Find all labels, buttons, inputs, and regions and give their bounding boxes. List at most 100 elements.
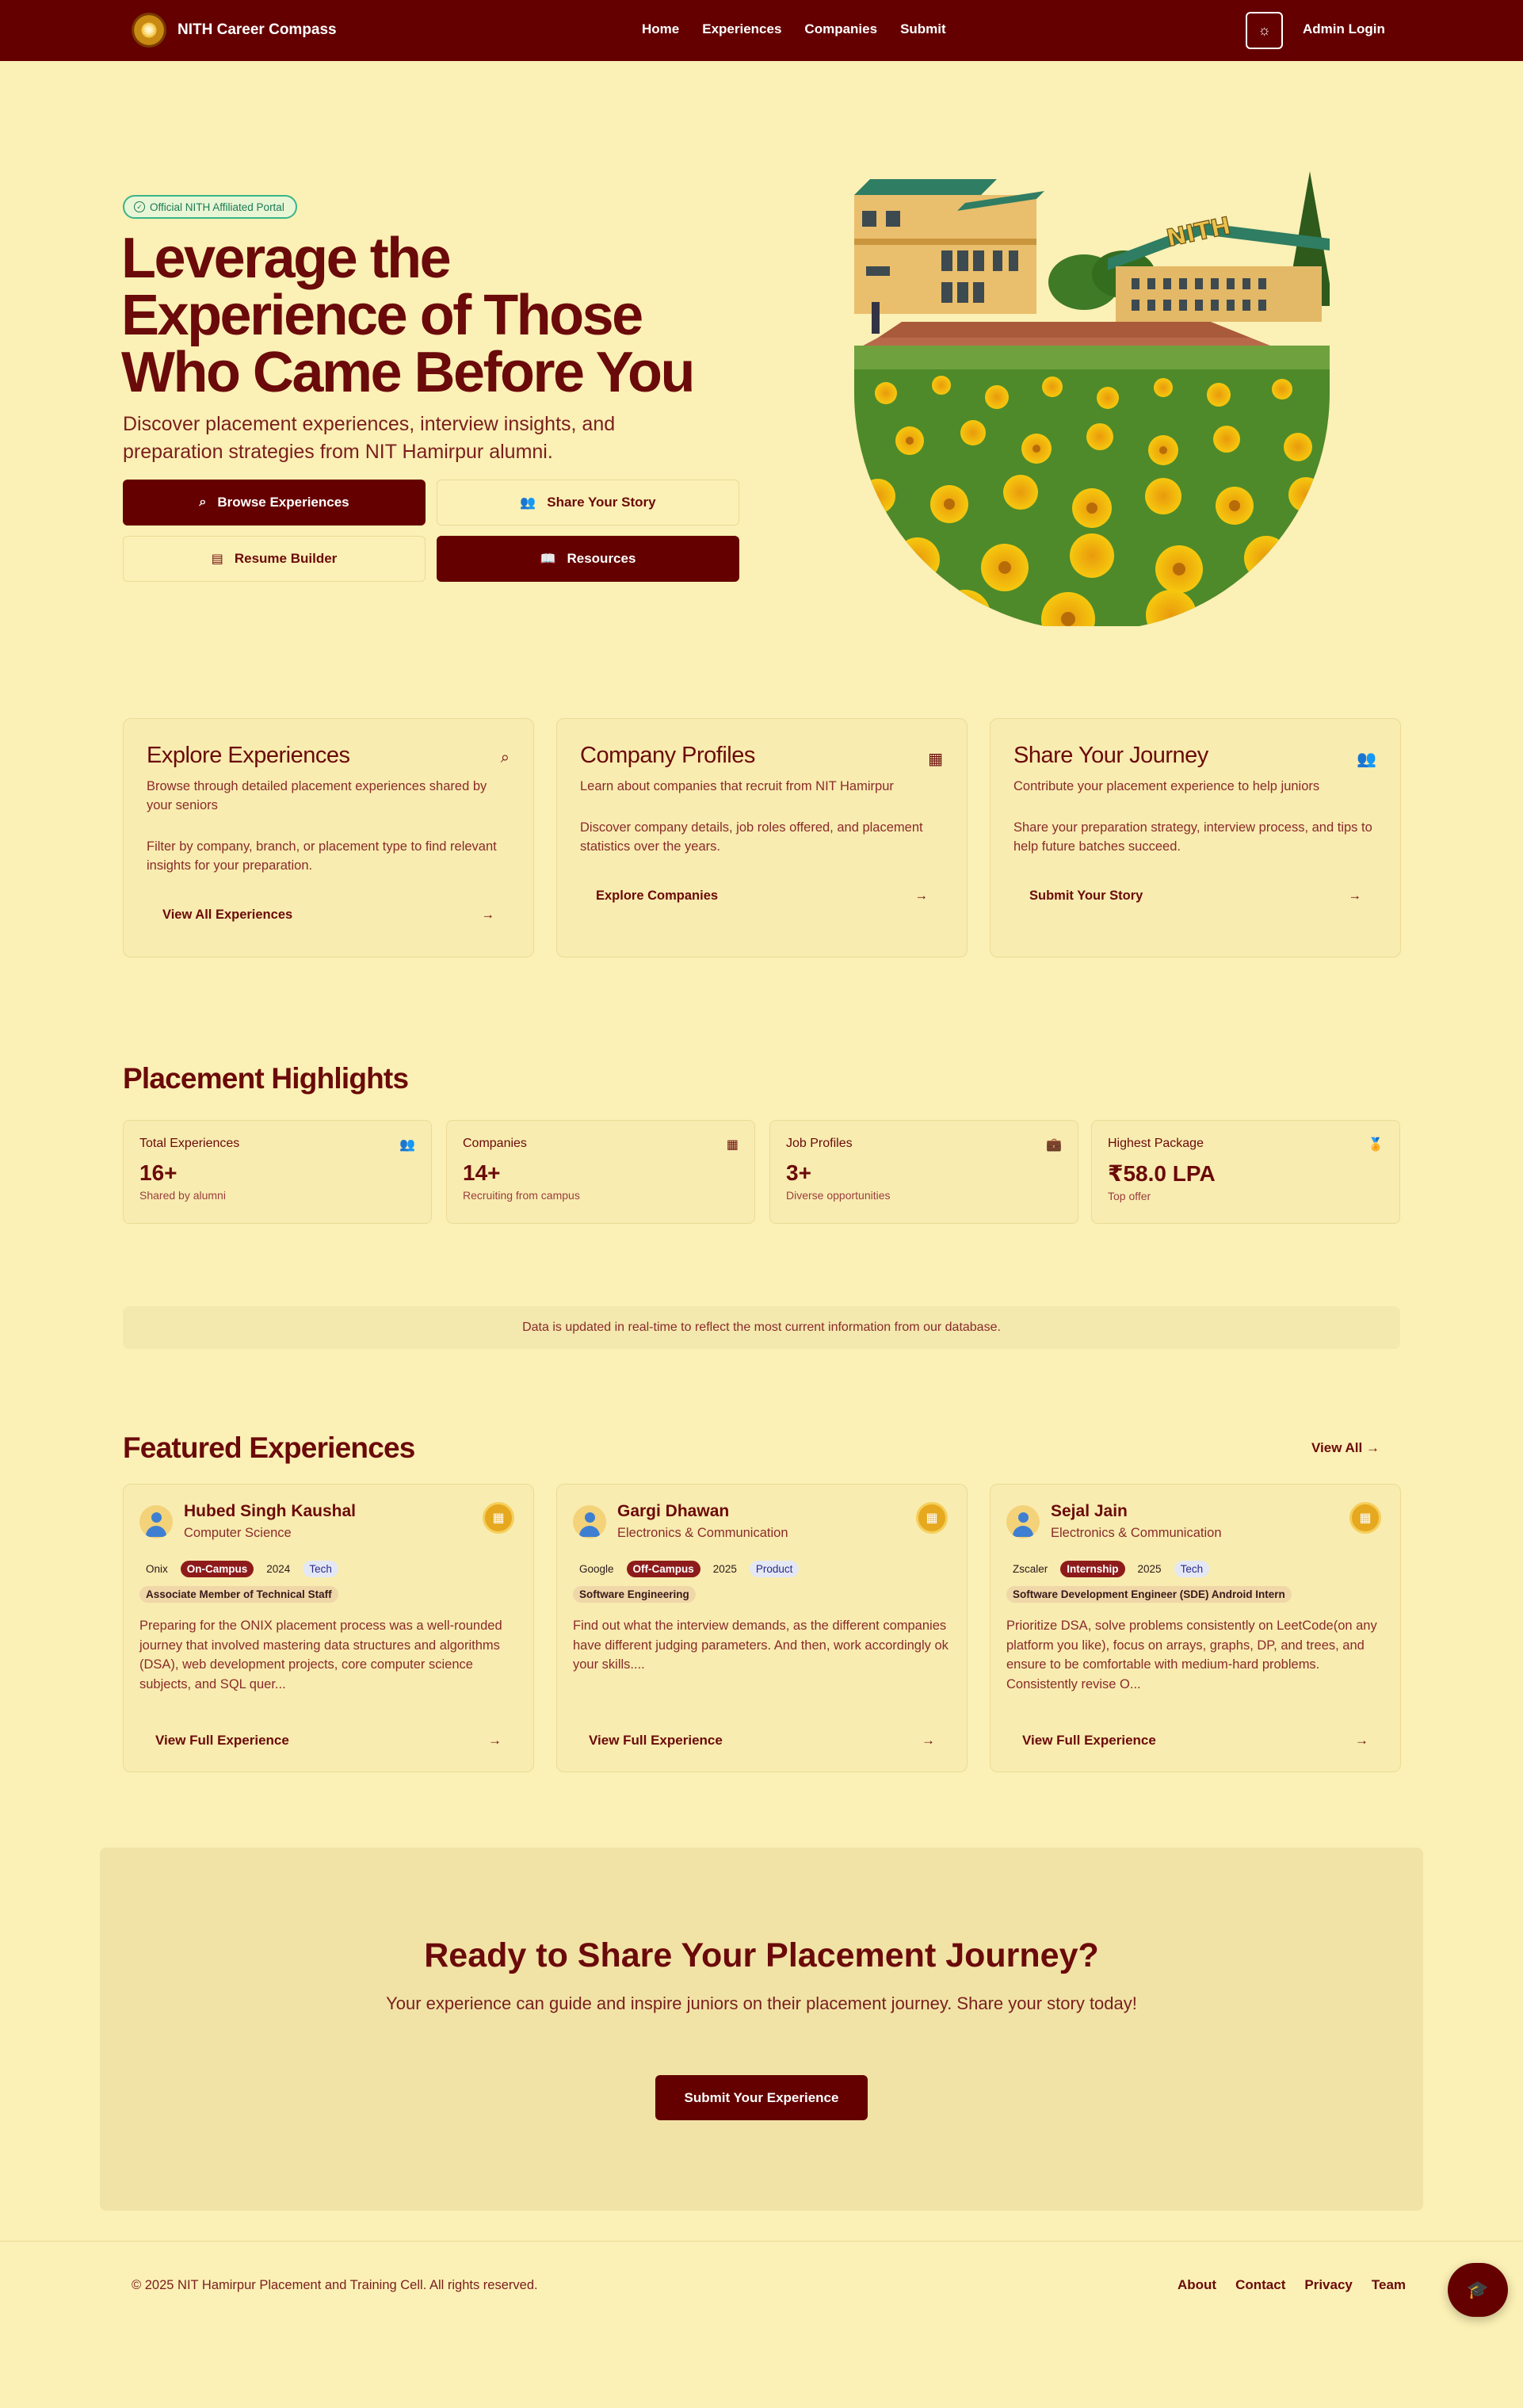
view-full-label: View Full Experience (589, 1733, 723, 1748)
company-logo-icon: ▦ (1349, 1502, 1381, 1534)
feature-desc: Browse through detailed placement experi… (147, 779, 487, 812)
view-full-experience-link[interactable]: View Full Experience → (1006, 1722, 1384, 1759)
arrow-right-icon: → (914, 888, 929, 903)
stat-card-job-profiles: Job Profiles 💼 3+ Diverse opportunities (769, 1120, 1078, 1224)
avatar (1006, 1505, 1040, 1538)
footer-divider (0, 2241, 1523, 2242)
stat-value: 14+ (463, 1160, 501, 1185)
placement-type-tag: On-Campus (180, 1561, 254, 1577)
arrow-right-icon: → (488, 1733, 502, 1748)
experience-card: Hubed Singh Kaushal Computer Science ▦ O… (123, 1484, 534, 1772)
arrow-right-icon: → (1348, 888, 1362, 903)
author-branch: Computer Science (184, 1526, 292, 1540)
avatar (139, 1505, 173, 1538)
view-full-label: View Full Experience (1022, 1733, 1156, 1748)
building-icon: ▦ (726, 1138, 739, 1152)
placement-type-tag: Off-Campus (626, 1561, 700, 1577)
year-tag: 2024 (266, 1563, 291, 1575)
stat-label: Job Profiles (786, 1137, 853, 1150)
company-tag: Onix (146, 1563, 168, 1575)
year-tag: 2025 (1137, 1563, 1162, 1575)
users-icon: 👥 (1357, 751, 1376, 768)
feature-link-label: View All Experiences (162, 907, 293, 922)
nav-links: Home Experiences Companies Submit (642, 21, 946, 37)
theme-toggle-button[interactable]: ☼ (1246, 12, 1283, 49)
search-icon: ⌕ (199, 495, 207, 509)
floating-action-button[interactable]: 🎓 (1448, 2263, 1508, 2317)
tag-row: Google Off-Campus 2025 Product (573, 1561, 800, 1577)
nav-link-experiences[interactable]: Experiences (702, 21, 781, 37)
sun-icon: ☼ (1258, 22, 1271, 38)
share-story-button[interactable]: 👥 Share Your Story (437, 480, 739, 526)
realtime-notice: Data is updated in real-time to reflect … (123, 1306, 1400, 1349)
arrow-right-icon: → (481, 907, 495, 922)
users-icon: 👥 (399, 1138, 415, 1152)
author-name: Hubed Singh Kaushal (184, 1502, 357, 1520)
footer-link-privacy[interactable]: Privacy (1304, 2277, 1353, 2293)
view-all-experiences-link[interactable]: View All Experiences → (147, 896, 510, 933)
category-tag: Tech (1174, 1561, 1210, 1577)
stat-value: ₹58.0 LPA (1108, 1161, 1216, 1186)
building-icon: ▦ (928, 751, 943, 768)
view-full-experience-link[interactable]: View Full Experience → (573, 1722, 951, 1759)
stat-value: 16+ (139, 1160, 177, 1185)
feature-title: Company Profiles (580, 743, 755, 768)
brand[interactable]: ✺ NITH Career Compass (132, 13, 337, 48)
resume-builder-label: Resume Builder (234, 551, 338, 566)
experience-excerpt: Prioritize DSA, solve problems consisten… (1006, 1619, 1377, 1691)
feature-card-explore: Explore Experiences ⌕ Browse through det… (123, 718, 534, 957)
stat-value: 3+ (786, 1160, 811, 1185)
browse-experiences-label: Browse Experiences (217, 495, 349, 510)
submit-story-link[interactable]: Submit Your Story → (1013, 877, 1377, 914)
company-logo-icon: ▦ (916, 1502, 948, 1534)
browse-experiences-button[interactable]: ⌕ Browse Experiences (123, 480, 426, 526)
graduation-cap-icon: 🎓 (1467, 2280, 1489, 2299)
resume-builder-button[interactable]: ▤ Resume Builder (123, 536, 426, 582)
admin-login-link[interactable]: Admin Login (1303, 21, 1385, 37)
stat-card-highest-package: Highest Package 🏅 ₹58.0 LPA Top offer (1091, 1120, 1400, 1224)
feature-title: Explore Experiences (147, 743, 350, 768)
footer-link-team[interactable]: Team (1372, 2277, 1406, 2293)
view-all-link[interactable]: View All → (1311, 1440, 1380, 1456)
feature-card-companies: Company Profiles ▦ Learn about companies… (556, 718, 968, 957)
arrow-right-icon: → (922, 1733, 935, 1748)
author-branch: Electronics & Communication (617, 1526, 788, 1540)
badge-label: Official NITH Affiliated Portal (150, 201, 284, 213)
year-tag: 2025 (712, 1563, 737, 1575)
nav-link-companies[interactable]: Companies (804, 21, 877, 37)
document-icon: ▤ (211, 552, 223, 566)
role-tag: Software Development Engineer (SDE) Andr… (1006, 1586, 1292, 1603)
explore-companies-link[interactable]: Explore Companies → (580, 877, 944, 914)
nav-link-submit[interactable]: Submit (900, 21, 946, 37)
company-tag: Google (579, 1563, 614, 1575)
company-tag: Zscaler (1013, 1563, 1048, 1575)
highlights-title: Placement Highlights (123, 1062, 409, 1095)
experience-card: Gargi Dhawan Electronics & Communication… (556, 1484, 968, 1772)
view-full-experience-link[interactable]: View Full Experience → (139, 1722, 517, 1759)
footer-link-about[interactable]: About (1178, 2277, 1216, 2293)
users-icon: 👥 (520, 496, 536, 510)
campus-illustration: NITH (854, 163, 1330, 626)
footer-link-contact[interactable]: Contact (1235, 2277, 1285, 2293)
brand-name: NITH Career Compass (177, 21, 337, 38)
cta-section: Ready to Share Your Placement Journey? Y… (100, 1848, 1423, 2211)
feature-title: Share Your Journey (1013, 743, 1208, 768)
category-tag: Product (749, 1561, 800, 1577)
stat-sub: Diverse opportunities (786, 1189, 891, 1202)
tag-row: Zscaler Internship 2025 Tech (1006, 1561, 1210, 1577)
tag-row: Onix On-Campus 2024 Tech (139, 1561, 338, 1577)
arrow-right-icon: → (1365, 1440, 1380, 1455)
stat-card-experiences: Total Experiences 👥 16+ Shared by alumni (123, 1120, 432, 1224)
featured-title: Featured Experiences (123, 1431, 415, 1464)
view-full-label: View Full Experience (155, 1733, 289, 1748)
stat-label: Companies (463, 1137, 527, 1150)
hero-subtitle: Discover placement experiences, intervie… (123, 413, 616, 463)
cta-text: Your experience can guide and inspire ju… (386, 1993, 1137, 2013)
search-icon: ⌕ (500, 749, 510, 766)
nav-link-home[interactable]: Home (642, 21, 679, 37)
submit-experience-button[interactable]: Submit Your Experience (655, 2075, 868, 2120)
affiliation-badge: ✓ Official NITH Affiliated Portal (123, 195, 297, 219)
resources-button[interactable]: 📖 Resources (437, 536, 739, 582)
role-tag: Software Engineering (573, 1586, 696, 1603)
award-icon: 🏅 (1368, 1138, 1384, 1152)
